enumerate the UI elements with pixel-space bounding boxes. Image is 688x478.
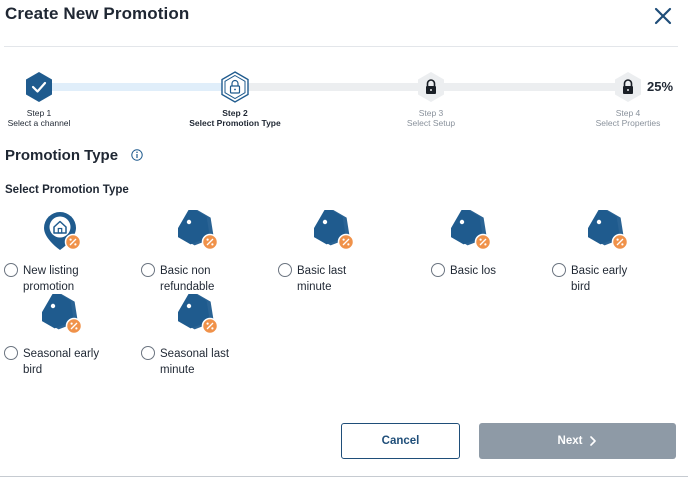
- header-divider: [4, 46, 678, 47]
- progress-percent: 25%: [647, 79, 674, 94]
- radio-button[interactable]: [141, 263, 155, 277]
- step3-number: Step 3: [418, 108, 444, 118]
- radio-button[interactable]: [4, 263, 18, 277]
- option-new-listing-promotion[interactable]: New listing promotion: [4, 263, 79, 295]
- price-tag-icon: [314, 210, 358, 252]
- price-tag-icon: [451, 210, 495, 252]
- option-label: Basic last minute: [297, 265, 347, 293]
- progress-track-complete: [50, 83, 235, 91]
- option-seasonal-last-minute[interactable]: Seasonal last minute: [141, 346, 229, 378]
- radio-button[interactable]: [141, 346, 155, 360]
- next-label: Next: [557, 435, 583, 447]
- option-seasonal-early-bird[interactable]: Seasonal early bird: [4, 346, 99, 378]
- bottom-divider: [0, 476, 688, 477]
- step3-label: Step 3 Select Setup: [361, 108, 501, 128]
- radio-button[interactable]: [431, 263, 445, 277]
- next-button[interactable]: Next: [479, 423, 676, 459]
- step1-number: Step 1: [26, 108, 52, 118]
- price-tag-icon: [178, 294, 222, 336]
- option-label: Basic non refundable: [160, 265, 215, 293]
- dialog-title: Create New Promotion: [5, 4, 190, 23]
- step3-lock-icon: [418, 72, 444, 102]
- radio-button[interactable]: [4, 346, 18, 360]
- cancel-label: Cancel: [381, 435, 420, 447]
- section-title: Promotion Type: [5, 147, 119, 164]
- info-icon[interactable]: [131, 149, 143, 161]
- step2-number: Step 2: [222, 108, 248, 118]
- step4-lock-icon: [615, 72, 641, 102]
- option-label: Basic early bird: [571, 265, 628, 293]
- option-basic-non-refundable[interactable]: Basic non refundable: [141, 263, 214, 295]
- price-tag-icon: [42, 294, 86, 336]
- step3-title: Select Setup: [406, 118, 456, 128]
- step1-label[interactable]: Step 1 Select a channel: [0, 108, 109, 128]
- radio-button[interactable]: [552, 263, 566, 277]
- step2-label[interactable]: Step 2 Select Promotion Type: [165, 108, 305, 128]
- price-tag-icon: [588, 210, 632, 252]
- step4-label: Step 4 Select Properties: [558, 108, 688, 128]
- option-label: Seasonal last minute: [160, 348, 230, 376]
- step2-title: Select Promotion Type: [189, 118, 281, 128]
- step1-check-hexagon-icon[interactable]: [24, 71, 54, 103]
- option-label: Seasonal early bird: [23, 348, 100, 376]
- house-location-icon: [44, 212, 82, 251]
- cancel-button[interactable]: Cancel: [341, 423, 460, 459]
- step4-title: Select Properties: [595, 118, 661, 128]
- step1-title: Select a channel: [7, 118, 71, 128]
- step4-number: Step 4: [615, 108, 641, 118]
- option-basic-los[interactable]: Basic los: [431, 263, 496, 279]
- close-icon[interactable]: [652, 5, 674, 27]
- subsection-title: Select Promotion Type: [5, 184, 129, 196]
- chevron-right-icon: [590, 436, 597, 446]
- option-basic-early-bird[interactable]: Basic early bird: [552, 263, 627, 295]
- option-label: New listing promotion: [23, 265, 79, 293]
- radio-button[interactable]: [278, 263, 292, 277]
- option-label: Basic los: [450, 265, 497, 277]
- step2-lock-hexagon-icon[interactable]: [220, 71, 250, 103]
- price-tag-icon: [178, 210, 222, 252]
- option-basic-last-minute[interactable]: Basic last minute: [278, 263, 346, 295]
